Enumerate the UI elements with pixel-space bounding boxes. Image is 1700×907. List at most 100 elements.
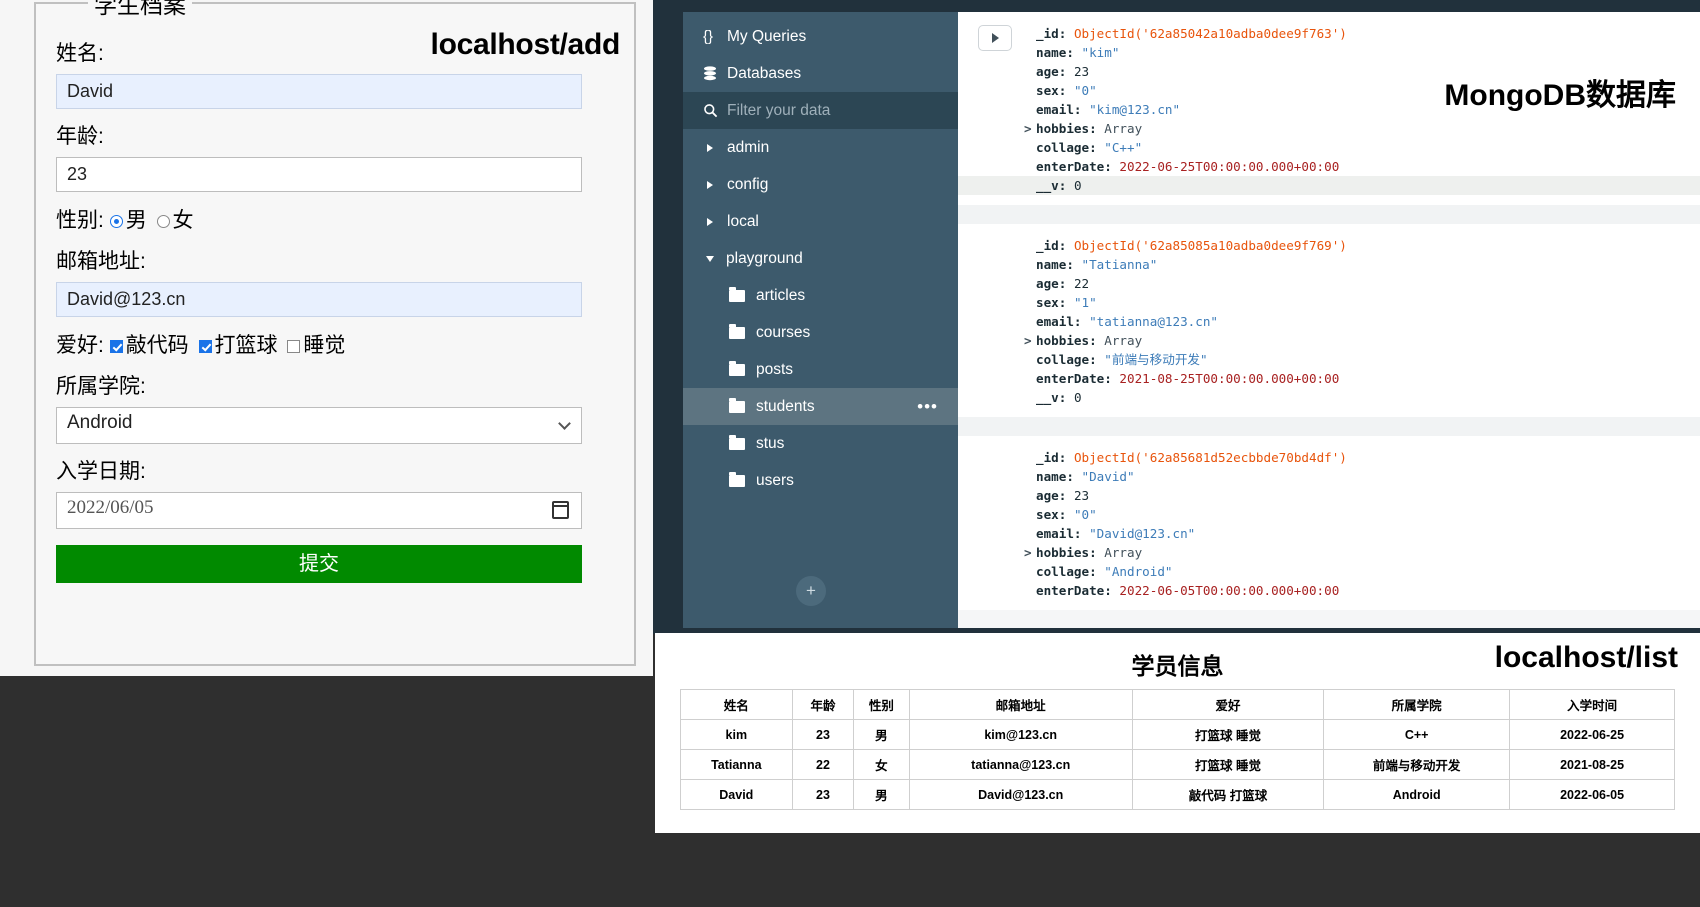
- sex-field-block: 性别: 男 女: [56, 208, 614, 234]
- sidebar-db-admin[interactable]: admin: [683, 129, 958, 166]
- col-age: 年龄: [791, 689, 855, 720]
- chevron-right-icon[interactable]: [707, 143, 713, 152]
- chevron-right-icon[interactable]: [707, 180, 713, 189]
- chevron-right-icon[interactable]: >: [1024, 331, 1032, 350]
- hobby-option-basketball[interactable]: 打篮球: [198, 334, 284, 357]
- add-collection-button[interactable]: +: [796, 576, 826, 606]
- age-label: 年龄:: [56, 125, 104, 148]
- hobby-option-code[interactable]: 敲代码: [109, 334, 195, 357]
- cell-age: 23: [791, 719, 855, 750]
- sidebar-item-databases-label: Databases: [727, 64, 802, 82]
- calendar-icon[interactable]: [552, 501, 569, 519]
- doc-field-hobbies: > hobbies: Array: [1024, 119, 1143, 138]
- sidebar-collection-posts[interactable]: posts: [683, 351, 958, 388]
- date-label: 入学日期:: [56, 460, 146, 483]
- sidebar-db-playground[interactable]: playground: [683, 240, 958, 277]
- hobby-option-sleep[interactable]: 睡觉: [287, 334, 345, 357]
- sidebar-collection-posts-label: posts: [756, 360, 794, 378]
- checkbox-code-icon[interactable]: [109, 340, 123, 353]
- doc-field-age: age: 23: [1036, 488, 1090, 503]
- doc-field-collage: collage: "Android": [1036, 564, 1173, 579]
- doc-field-id: _id: ObjectId('62a85042a10adba0dee9f763'…: [1036, 26, 1347, 41]
- doc-field-hobbies: > hobbies: Array: [1024, 331, 1143, 350]
- collage-select[interactable]: Android: [56, 407, 582, 444]
- braces-icon: {}: [703, 28, 714, 45]
- cell-name: kim: [680, 719, 793, 750]
- cell-sex: 女: [853, 749, 910, 780]
- table-row: kim 23 男 kim@123.cn 打篮球 睡觉 C++ 2022-06-2…: [680, 719, 1675, 750]
- age-input[interactable]: [56, 157, 582, 192]
- cell-collage: Android: [1323, 779, 1511, 810]
- mongodb-compass-window: {} My Queries Databases Filter your data…: [653, 0, 1700, 634]
- chevron-down-icon: [558, 417, 571, 430]
- cell-age: 23: [791, 779, 855, 810]
- col-name: 姓名: [680, 689, 793, 720]
- chevron-down-icon[interactable]: [706, 255, 714, 262]
- cell-hobby: 打篮球 睡觉: [1131, 719, 1325, 750]
- doc-field-name: name: "David": [1036, 469, 1135, 484]
- name-input[interactable]: [56, 74, 582, 109]
- document-card[interactable]: _id: ObjectId('62a85085a10adba0dee9f769'…: [958, 224, 1700, 417]
- cell-date: 2022-06-05: [1509, 779, 1675, 810]
- col-collage: 所属学院: [1323, 689, 1511, 720]
- chevron-right-icon[interactable]: >: [1024, 119, 1032, 138]
- sidebar-collection-articles[interactable]: articles: [683, 277, 958, 314]
- folder-icon: [729, 434, 745, 450]
- mongodb-overlay-title: MongoDB数据库: [1444, 79, 1676, 112]
- chevron-right-icon[interactable]: [707, 217, 713, 226]
- collection-overflow-menu-icon[interactable]: •••: [917, 397, 938, 417]
- radio-female-icon[interactable]: [156, 215, 170, 228]
- doc-field-sex: sex: "1": [1036, 295, 1097, 310]
- hobby-option-code-label: 敲代码: [125, 334, 189, 357]
- sidebar-db-local[interactable]: local: [683, 203, 958, 240]
- sidebar-db-config[interactable]: config: [683, 166, 958, 203]
- url-label-add: localhost/add: [430, 28, 621, 61]
- collage-select-value: Android: [67, 412, 133, 433]
- email-label: 邮箱地址:: [56, 250, 146, 273]
- cell-email: David@123.cn: [908, 779, 1133, 810]
- folder-icon: [729, 471, 745, 487]
- cell-name: David: [680, 779, 793, 810]
- documents-panel[interactable]: MongoDB数据库 _id: ObjectId('62a85042a10adb…: [958, 12, 1700, 628]
- hobby-option-sleep-label: 睡觉: [303, 334, 346, 357]
- email-input[interactable]: [56, 282, 582, 317]
- sidebar-db-local-label: local: [727, 212, 759, 230]
- col-date: 入学时间: [1509, 689, 1675, 720]
- sex-label: 性别:: [56, 209, 104, 232]
- student-form-fieldset: 学生档案 localhost/add 姓名: 年龄: 性别: 男 女: [34, 0, 636, 666]
- sidebar-filter-row[interactable]: Filter your data: [683, 92, 958, 129]
- hobby-field-block: 爱好: 敲代码 打篮球 睡觉: [56, 333, 614, 359]
- email-field-block: 邮箱地址:: [56, 250, 614, 317]
- folder-icon: [729, 360, 745, 376]
- sidebar-collection-courses[interactable]: courses: [683, 314, 958, 351]
- sidebar-collection-students-label: students: [756, 397, 815, 415]
- document-card[interactable]: _id: ObjectId('62a85681d52ecbbde70bd4df'…: [958, 436, 1700, 610]
- url-label-list: localhost/list: [1494, 641, 1678, 674]
- sidebar-collection-users[interactable]: users: [683, 462, 958, 499]
- hobby-label: 爱好:: [56, 334, 104, 357]
- date-field-block: 入学日期: 2022/06/05: [56, 460, 614, 529]
- doc-field-collage: collage: "前端与移动开发": [1036, 352, 1208, 367]
- table-row: David 23 男 David@123.cn 敲代码 打篮球 Android …: [680, 779, 1675, 810]
- sidebar-collection-stus[interactable]: stus: [683, 425, 958, 462]
- sex-option-male-label: 男: [125, 209, 147, 232]
- sidebar-item-my-queries[interactable]: {} My Queries: [683, 18, 958, 55]
- doc-field-enterdate: enterDate: 2022-06-05T00:00:00.000+00:00: [1036, 583, 1340, 598]
- cell-sex: 男: [853, 719, 910, 750]
- submit-button[interactable]: 提交: [56, 545, 582, 583]
- checkbox-basketball-icon[interactable]: [198, 340, 212, 353]
- database-icon: [703, 66, 727, 81]
- checkbox-sleep-icon[interactable]: [287, 340, 301, 353]
- sidebar-collection-students[interactable]: students •••: [683, 388, 958, 425]
- doc-field-collage: collage: "C++": [1036, 140, 1143, 155]
- radio-male-icon[interactable]: [109, 215, 123, 228]
- sidebar-collection-stus-label: stus: [756, 434, 785, 452]
- sidebar-item-databases[interactable]: Databases: [683, 55, 958, 92]
- doc-field-hobbies: > hobbies: Array: [1024, 543, 1143, 562]
- chevron-right-icon[interactable]: >: [1024, 543, 1032, 562]
- doc-field-id: _id: ObjectId('62a85681d52ecbbde70bd4df'…: [1036, 450, 1347, 465]
- doc-field-age: age: 22: [1036, 276, 1090, 291]
- enter-date-input[interactable]: 2022/06/05: [56, 492, 582, 529]
- sex-option-female[interactable]: 女: [156, 209, 194, 232]
- sex-option-male[interactable]: 男: [109, 209, 153, 232]
